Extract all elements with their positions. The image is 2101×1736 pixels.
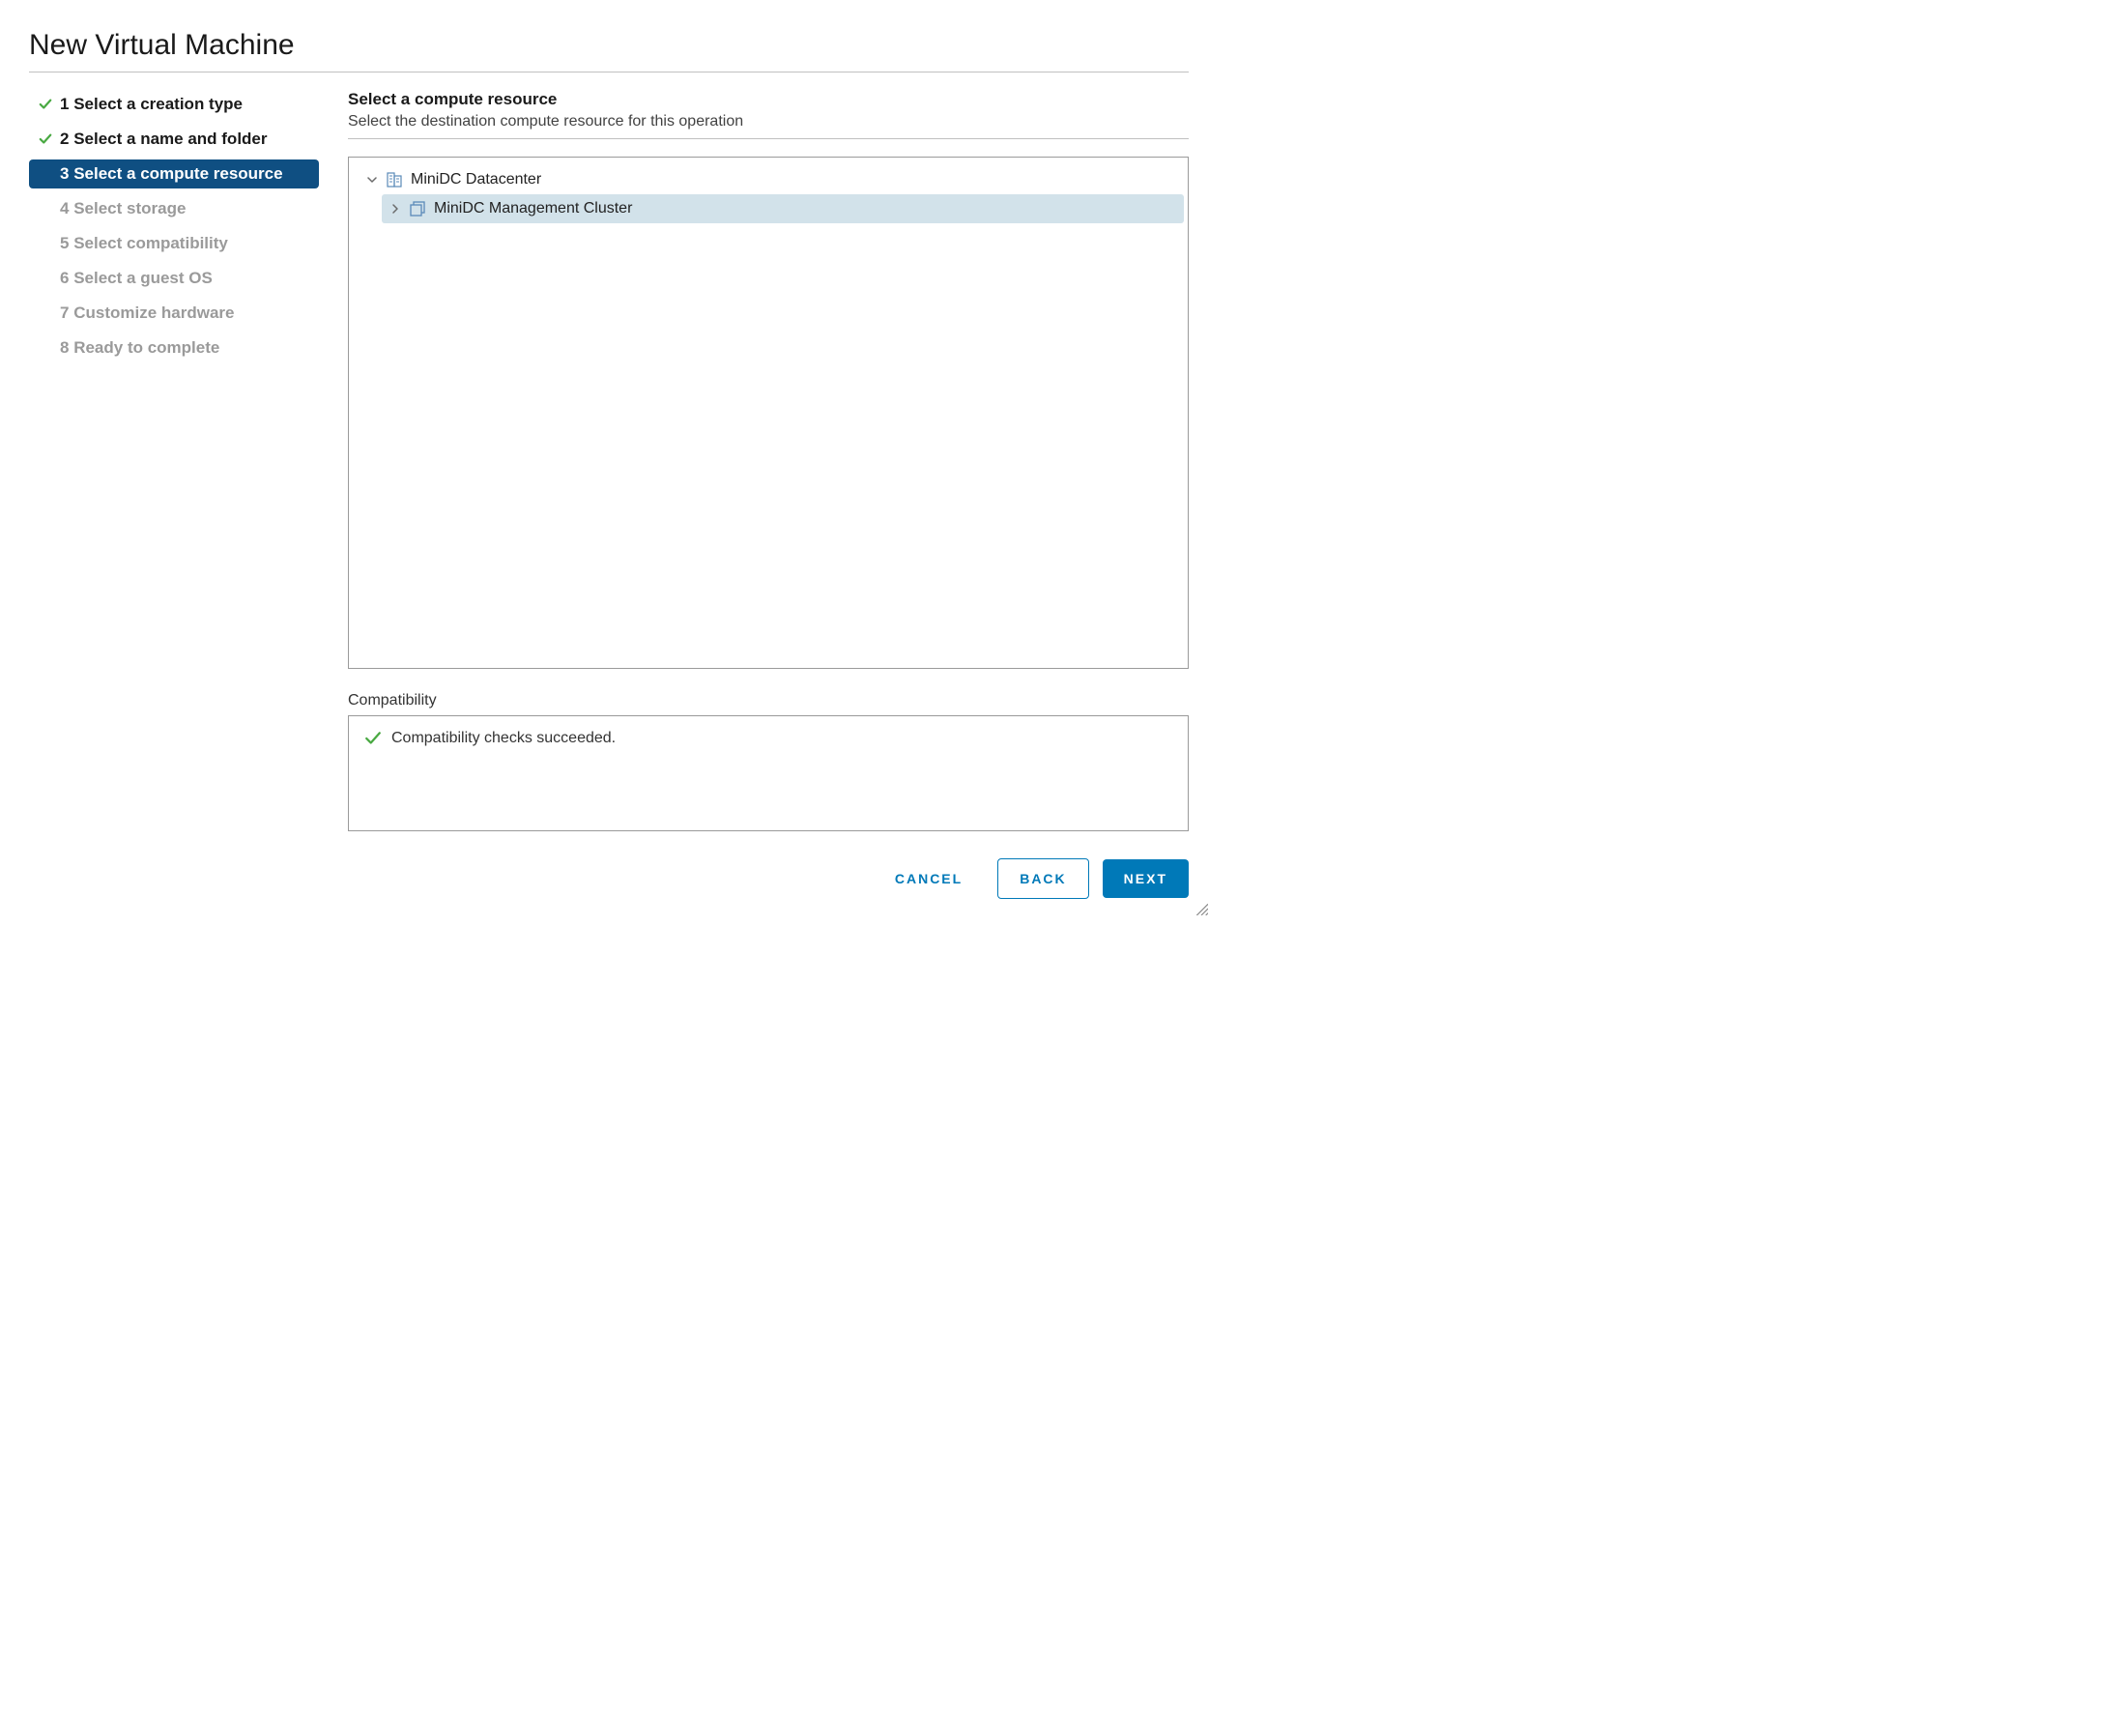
wizard-step-storage: 4 Select storage bbox=[29, 194, 319, 223]
datacenter-icon bbox=[384, 170, 405, 189]
tree-item-datacenter[interactable]: MiniDC Datacenter bbox=[359, 165, 1184, 194]
wizard-step-creation-type[interactable]: 1 Select a creation type bbox=[29, 90, 319, 119]
check-icon bbox=[35, 132, 56, 146]
panel-heading: Select a compute resource bbox=[348, 90, 1189, 109]
wizard-steps: 1 Select a creation type 2 Select a name… bbox=[29, 90, 319, 899]
step-label: 5 Select compatibility bbox=[60, 234, 228, 253]
new-vm-dialog: New Virtual Machine 1 Select a creation … bbox=[29, 29, 1189, 899]
wizard-step-customize-hardware: 7 Customize hardware bbox=[29, 299, 319, 328]
compatibility-label: Compatibility bbox=[348, 692, 1189, 709]
step-label: 7 Customize hardware bbox=[60, 304, 234, 323]
compute-resource-tree[interactable]: MiniDC Datacenter MiniDC Management Clus… bbox=[348, 157, 1189, 669]
dialog-content: 1 Select a creation type 2 Select a name… bbox=[29, 90, 1189, 899]
chevron-right-icon[interactable] bbox=[388, 203, 403, 215]
compatibility-box: Compatibility checks succeeded. bbox=[348, 715, 1189, 831]
cancel-button[interactable]: CANCEL bbox=[874, 859, 984, 898]
step-label: 6 Select a guest OS bbox=[60, 269, 213, 288]
check-icon bbox=[364, 730, 382, 747]
button-row: CANCEL BACK NEXT bbox=[348, 858, 1189, 899]
chevron-down-icon[interactable] bbox=[364, 174, 380, 186]
wizard-step-compatibility: 5 Select compatibility bbox=[29, 229, 319, 258]
step-label: 3 Select a compute resource bbox=[60, 164, 283, 184]
compatibility-message: Compatibility checks succeeded. bbox=[391, 730, 616, 747]
compatibility-status: Compatibility checks succeeded. bbox=[364, 730, 1172, 747]
next-button[interactable]: NEXT bbox=[1103, 859, 1189, 898]
tree-item-cluster[interactable]: MiniDC Management Cluster bbox=[382, 194, 1184, 223]
wizard-step-name-folder[interactable]: 2 Select a name and folder bbox=[29, 125, 319, 154]
step-label: 1 Select a creation type bbox=[60, 95, 243, 114]
step-label: 2 Select a name and folder bbox=[60, 130, 268, 149]
main-panel: Select a compute resource Select the des… bbox=[348, 90, 1189, 899]
panel-subheading: Select the destination compute resource … bbox=[348, 113, 1189, 139]
step-label: 8 Ready to complete bbox=[60, 338, 219, 358]
dialog-title: New Virtual Machine bbox=[29, 29, 1189, 72]
resize-grip-icon[interactable] bbox=[1194, 902, 1208, 920]
back-button[interactable]: BACK bbox=[997, 858, 1088, 899]
tree-item-label: MiniDC Datacenter bbox=[411, 171, 541, 188]
step-label: 4 Select storage bbox=[60, 199, 186, 218]
tree-item-label: MiniDC Management Cluster bbox=[434, 200, 632, 217]
cluster-icon bbox=[407, 199, 428, 218]
wizard-step-guest-os: 6 Select a guest OS bbox=[29, 264, 319, 293]
wizard-step-compute-resource[interactable]: 3 Select a compute resource bbox=[29, 159, 319, 188]
check-icon bbox=[35, 98, 56, 111]
wizard-step-ready-complete: 8 Ready to complete bbox=[29, 333, 319, 362]
